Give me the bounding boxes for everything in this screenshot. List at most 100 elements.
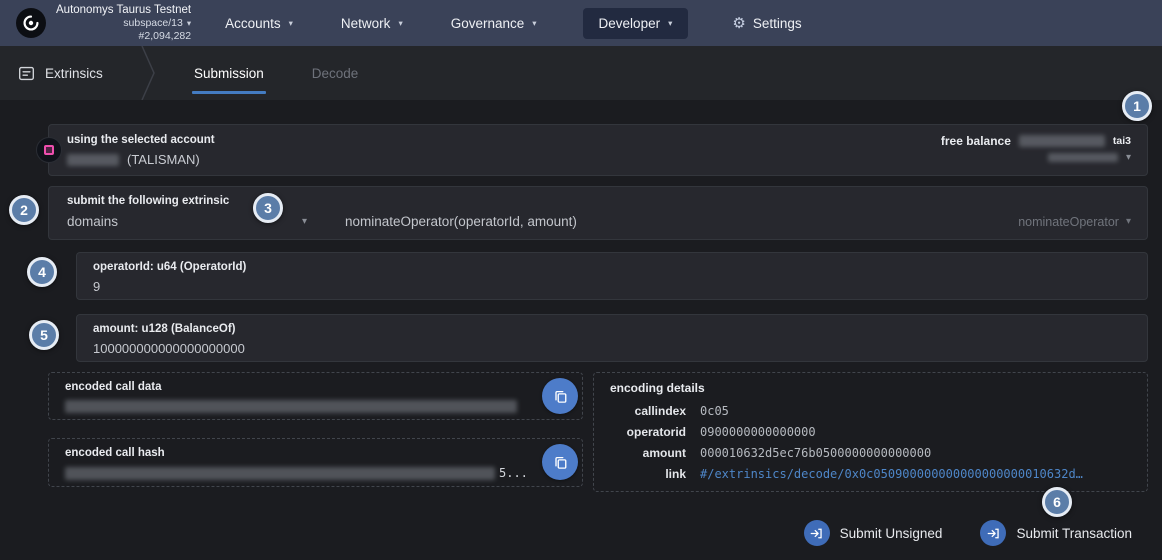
detail-key: link — [610, 467, 686, 481]
annotation-marker-6: 6 — [1042, 487, 1072, 517]
chevron-down-icon: ▾ — [398, 18, 402, 29]
tab-decode-label: Decode — [312, 66, 359, 81]
encoded-call-hash-value: 5... — [65, 466, 566, 480]
detail-value: 0c05 — [700, 404, 1131, 418]
chevron-down-icon: ▾ — [668, 18, 672, 29]
balance-unit: tai3 — [1113, 135, 1131, 147]
copy-icon — [553, 389, 568, 404]
account-label: using the selected account — [67, 134, 215, 146]
tab-decode[interactable]: Decode — [312, 46, 359, 100]
action-bar: Submit Unsigned Submit Transaction — [48, 520, 1148, 546]
copy-icon — [553, 455, 568, 470]
main-menu: Accounts ▾ Network ▾ Governance ▾ Develo… — [223, 8, 802, 39]
detail-key: amount — [610, 446, 686, 460]
method-value: nominateOperator — [1018, 215, 1119, 229]
chevron-down-icon: ▾ — [302, 216, 307, 227]
chevron-down-icon: ▾ — [289, 18, 293, 29]
param-operatorid-value[interactable]: 9 — [93, 279, 1131, 294]
annotation-marker-2: 2 — [9, 195, 39, 225]
nav-developer[interactable]: Developer ▾ — [583, 8, 689, 39]
main-content: using the selected account (TALISMAN) fr… — [0, 100, 1162, 546]
nav-developer-label: Developer — [599, 16, 661, 31]
annotation-marker-3: 3 — [253, 193, 283, 223]
sign-in-icon — [980, 520, 1006, 546]
redacted-call-data — [65, 400, 517, 413]
copy-call-data-button[interactable] — [542, 378, 578, 414]
copy-call-hash-button[interactable] — [542, 444, 578, 480]
redacted-balance-secondary — [1048, 153, 1118, 162]
redacted-account-name — [67, 154, 119, 166]
free-balance: free balance tai3 ▾ — [941, 134, 1131, 167]
sign-in-icon — [804, 520, 830, 546]
redacted-balance-value — [1019, 135, 1105, 147]
encoded-call-hash-label: encoded call hash — [65, 447, 566, 459]
param-amount-value[interactable]: 100000000000000000000 — [93, 341, 1131, 356]
nav-accounts-label: Accounts — [225, 16, 281, 31]
tab-submission[interactable]: Submission — [194, 46, 264, 100]
chain-selector[interactable]: subspace/13 ▾ — [56, 17, 191, 30]
encoded-left-column: encoded call data encoded call hash 5... — [48, 372, 583, 492]
brand-text: Autonomys Taurus Testnet subspace/13 ▾ #… — [56, 3, 191, 44]
gear-icon: ⚙ — [732, 14, 745, 32]
detail-key: operatorid — [610, 425, 686, 439]
talisman-identicon — [44, 145, 54, 155]
param-operatorid[interactable]: operatorId: u64 (OperatorId) 9 — [76, 252, 1148, 300]
brand: Autonomys Taurus Testnet subspace/13 ▾ #… — [16, 3, 191, 44]
detail-row-callindex: callindex 0c05 — [610, 404, 1131, 418]
chevron-down-icon: ▾ — [187, 18, 191, 29]
call-signature: nominateOperator(operatorId, amount) — [345, 214, 577, 229]
param-amount[interactable]: amount: u128 (BalanceOf) 100000000000000… — [76, 314, 1148, 362]
section-title: Extrinsics — [45, 66, 103, 81]
account-selector[interactable]: using the selected account (TALISMAN) fr… — [48, 124, 1148, 176]
chevron-down-icon: ▾ — [532, 18, 536, 29]
encoded-call-hash: encoded call hash 5... — [48, 438, 583, 487]
tab-submission-label: Submission — [194, 66, 264, 81]
block-number: #2,094,282 — [56, 30, 191, 43]
chevron-down-icon: ▾ — [1126, 152, 1131, 163]
detail-row-operatorid: operatorid 0900000000000000 — [610, 425, 1131, 439]
redacted-call-hash — [65, 467, 495, 480]
encoded-call-data-label: encoded call data — [65, 381, 566, 393]
nav-network-label: Network — [341, 16, 391, 31]
encoded-call-data-value — [65, 400, 566, 413]
tabs: Submission Decode — [194, 46, 358, 100]
encoding-details: encoding details callindex 0c05 operator… — [593, 372, 1148, 492]
call-hash-tail: 5... — [499, 466, 528, 480]
encoding-details-title: encoding details — [610, 381, 1131, 395]
settings-button[interactable]: ⚙ Settings — [732, 14, 801, 32]
detail-row-link: link #/extrinsics/decode/0x0c05090000000… — [610, 467, 1131, 481]
account-info: using the selected account (TALISMAN) — [67, 134, 215, 167]
pallet-value: domains — [67, 214, 118, 229]
extrinsics-icon — [18, 65, 35, 82]
detail-value: 000010632d5ec76b0500000000000000 — [700, 446, 1131, 460]
extrinsic-row: domains ▾ nominateOperator(operatorId, a… — [67, 214, 1131, 229]
nav-governance-label: Governance — [451, 16, 525, 31]
nav-network[interactable]: Network ▾ — [339, 8, 405, 39]
top-navbar: Autonomys Taurus Testnet subspace/13 ▾ #… — [0, 0, 1162, 46]
account-dropdown-toggle[interactable]: ▾ — [1048, 152, 1131, 163]
annotation-marker-5: 5 — [29, 320, 59, 350]
account-avatar — [36, 137, 62, 163]
submit-unsigned-label: Submit Unsigned — [840, 526, 943, 541]
nav-governance[interactable]: Governance ▾ — [449, 8, 539, 39]
chevron-down-icon: ▾ — [1126, 216, 1131, 227]
section-extrinsics: Extrinsics — [0, 46, 122, 100]
autonomys-logo-icon[interactable] — [16, 8, 46, 38]
breadcrumb-chevron-icon — [140, 46, 156, 100]
decode-link[interactable]: #/extrinsics/decode/0x0c0509000000000000… — [700, 467, 1131, 481]
annotation-marker-4: 4 — [27, 257, 57, 287]
submit-transaction-label: Submit Transaction — [1016, 526, 1132, 541]
param-amount-label: amount: u128 (BalanceOf) — [93, 323, 1131, 335]
extrinsic-label: submit the following extrinsic — [67, 195, 1131, 207]
annotation-marker-1: 1 — [1122, 91, 1152, 121]
extrinsic-selector: submit the following extrinsic domains ▾… — [48, 186, 1148, 240]
chain-name: subspace/13 — [123, 17, 183, 30]
submit-unsigned-button[interactable]: Submit Unsigned — [804, 520, 943, 546]
param-operatorid-label: operatorId: u64 (OperatorId) — [93, 261, 1131, 273]
network-title: Autonomys Taurus Testnet — [56, 3, 191, 17]
encoded-section: encoded call data encoded call hash 5... — [48, 372, 1148, 492]
encoded-call-data: encoded call data — [48, 372, 583, 420]
nav-accounts[interactable]: Accounts ▾ — [223, 8, 295, 39]
submit-transaction-button[interactable]: Submit Transaction — [980, 520, 1132, 546]
method-dropdown[interactable]: nominateOperator ▾ — [1018, 215, 1131, 229]
